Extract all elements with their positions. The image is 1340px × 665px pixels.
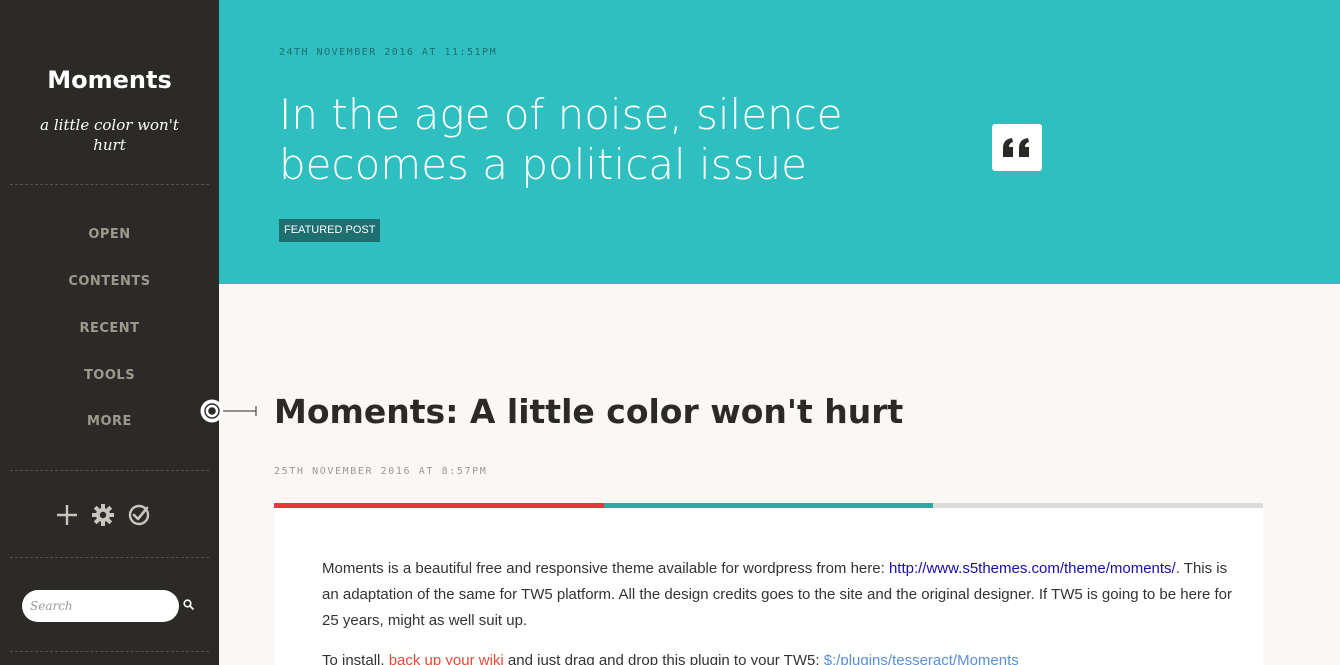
theme-link[interactable]: http://www.s5themes.com/theme/moments/ [889, 560, 1176, 577]
post-title[interactable]: Moments: A little color won't hurt [274, 392, 903, 431]
post-paragraph: To install, back up your wiki and just d… [322, 648, 1232, 665]
search-icon[interactable] [182, 598, 196, 612]
post-text: Moments is a beautiful free and responsi… [322, 560, 889, 577]
featured-post-header: 24TH NOVEMBER 2016 AT 11:51PM In the age… [219, 0, 1340, 284]
site-title[interactable]: Moments [0, 66, 219, 94]
check-circle-icon[interactable] [126, 502, 152, 528]
post-text: To install, [322, 652, 389, 665]
divider [10, 557, 209, 558]
post-body: Moments is a beautiful free and responsi… [322, 556, 1232, 665]
gear-icon[interactable] [90, 502, 116, 528]
quote-icon [992, 124, 1042, 171]
divider [10, 651, 209, 652]
nav-item-tools[interactable]: TOOLS [0, 368, 219, 383]
plus-icon[interactable] [54, 502, 80, 528]
site-subtitle: a little color won't hurt [40, 116, 179, 154]
nav-item-recent[interactable]: RECENT [0, 321, 219, 336]
featured-post-title[interactable]: In the age of noise, silence becomes a p… [279, 90, 999, 190]
post-card: Moments is a beautiful free and responsi… [274, 508, 1263, 665]
divider [10, 470, 209, 471]
post-paragraph: Moments is a beautiful free and responsi… [322, 556, 1232, 634]
nav-item-more[interactable]: MORE [0, 414, 219, 429]
timeline-marker-icon [200, 399, 257, 423]
post-text: and just drag and drop this plugin to yo… [503, 652, 824, 665]
sidebar: Moments a little color won't hurt OPEN C… [0, 0, 219, 665]
featured-post-badge[interactable]: FEATURED POST [279, 219, 381, 242]
backup-wiki-link[interactable]: back up your wiki [389, 652, 504, 665]
nav-item-contents[interactable]: CONTENTS [0, 274, 219, 289]
nav-item-open[interactable]: OPEN [0, 227, 219, 242]
divider [10, 184, 209, 185]
featured-post-date: 24TH NOVEMBER 2016 AT 11:51PM [279, 47, 498, 58]
post-date: 25TH NOVEMBER 2016 AT 8:57PM [274, 466, 488, 477]
plugin-link[interactable]: $:/plugins/tesseract/Moments [824, 652, 1019, 665]
search-input[interactable] [22, 590, 179, 622]
